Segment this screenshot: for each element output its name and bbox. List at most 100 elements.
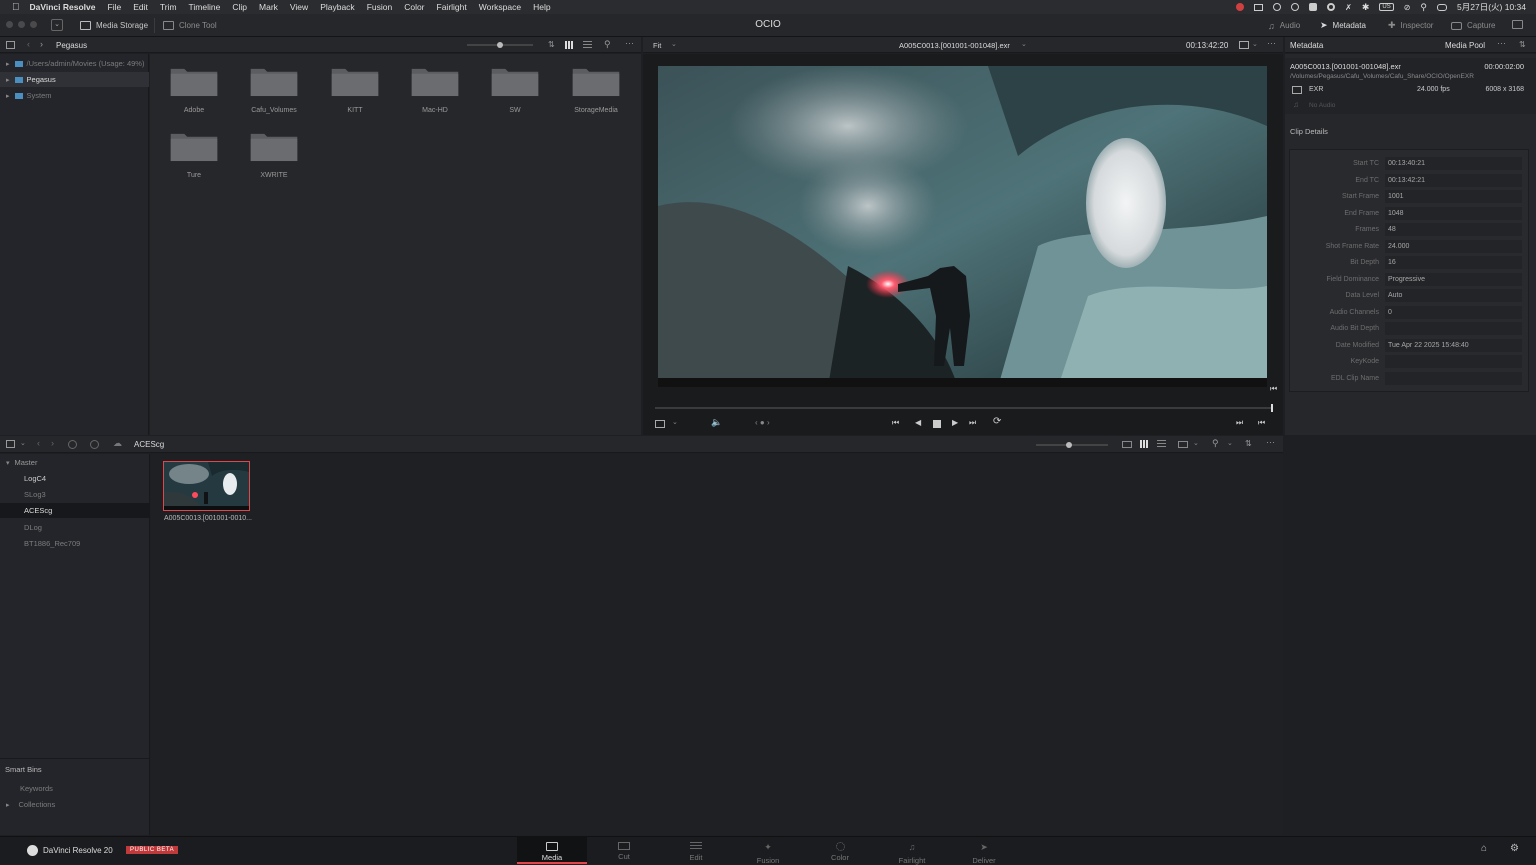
md-value[interactable]: Tue Apr 22 2025 15:48:40 <box>1385 339 1522 352</box>
bin-list-chevron-icon[interactable]: ⌄ <box>20 439 26 447</box>
folder-mac-hd[interactable]: Mac-HD <box>408 65 462 114</box>
viewer-options-chevron-icon[interactable]: ⌄ <box>1252 40 1258 48</box>
pool-cloud-icon[interactable]: ☁ <box>113 438 122 449</box>
workspace-dropdown-button[interactable]: ⌄ <box>51 19 63 31</box>
menu-file[interactable]: File <box>108 2 122 12</box>
status-message-icon[interactable] <box>1254 3 1264 11</box>
sidebar-toggle-icon[interactable] <box>6 41 15 49</box>
forward-arrow-icon[interactable]: › <box>40 39 43 49</box>
tree-item-movies[interactable]: ▸ /Users/admin/Movies (Usage: 49%) <box>0 56 149 71</box>
chevron-down-icon[interactable]: ⌄ <box>671 40 677 48</box>
bin-bt1886-rec709[interactable]: BT1886_Rec709 <box>0 536 150 551</box>
bin-dlog[interactable]: DLog <box>0 520 150 535</box>
viewer-layout-chevron-icon[interactable]: ⌄ <box>672 418 678 426</box>
jog-control[interactable]: ‹ ● › <box>755 418 770 427</box>
folder-sw[interactable]: SW <box>488 65 542 114</box>
pool-list-view-icon[interactable] <box>1157 440 1166 448</box>
sort-icon[interactable]: ⇅ <box>548 40 555 49</box>
spotlight-search-icon[interactable]: ⚲ <box>1420 2 1427 13</box>
tree-item-pegasus[interactable]: ▸ Pegasus <box>0 72 149 87</box>
page-tab-cut[interactable]: Cut <box>589 836 659 864</box>
inspector-button[interactable]: ✚ Inspector <box>1388 14 1433 37</box>
menu-mark[interactable]: Mark <box>259 2 278 12</box>
clone-tool-button[interactable]: Clone Tool <box>163 14 217 37</box>
folder-kitt[interactable]: KITT <box>328 65 382 114</box>
control-center-icon[interactable] <box>1437 3 1448 11</box>
md-value[interactable]: 16 <box>1385 256 1522 269</box>
md-value[interactable]: 0 <box>1385 306 1522 319</box>
clip-details-section-title[interactable]: Clip Details <box>1290 127 1328 136</box>
page-tab-media[interactable]: Media <box>517 836 587 864</box>
menu-help[interactable]: Help <box>533 2 550 12</box>
fullscreen-monitor-icon[interactable] <box>1512 20 1523 29</box>
folder-storagemedia[interactable]: StorageMedia <box>569 65 623 114</box>
window-close-button[interactable] <box>6 21 13 28</box>
page-tab-edit[interactable]: Edit <box>661 836 731 864</box>
menu-fusion[interactable]: Fusion <box>367 2 393 12</box>
playhead[interactable] <box>1271 404 1273 412</box>
viewer-scrubber[interactable] <box>655 404 1273 412</box>
capture-button[interactable]: Capture <box>1451 14 1495 37</box>
collapse-arrow-icon[interactable]: ▾ <box>6 459 10 467</box>
pool-search-chevron-icon[interactable]: ⌄ <box>1227 439 1233 447</box>
menu-timeline[interactable]: Timeline <box>189 2 221 12</box>
bin-master[interactable]: ▾ Master <box>0 455 150 470</box>
status-dot-icon[interactable] <box>1327 3 1336 11</box>
back-arrow-icon[interactable]: ‹ <box>27 39 30 49</box>
pool-tool2-icon[interactable] <box>90 440 99 449</box>
pool-grid-view-icon[interactable] <box>1140 440 1149 448</box>
window-minimize-button[interactable] <box>18 21 25 28</box>
thumbnail-size-slider[interactable] <box>467 42 533 48</box>
pool-search-icon[interactable]: ⚲ <box>1212 438 1219 449</box>
md-value[interactable] <box>1385 322 1522 335</box>
page-tab-deliver[interactable]: ➤ Deliver <box>949 836 1019 865</box>
viewer-options-icon[interactable] <box>1239 41 1249 49</box>
expand-arrow-icon[interactable]: ▸ <box>6 60 10 68</box>
apple-icon[interactable]:  <box>12 2 20 13</box>
status-circle-icon[interactable] <box>1273 3 1282 11</box>
menu-color[interactable]: Color <box>404 2 424 12</box>
bin-acescg[interactable]: ACEScg <box>0 503 150 518</box>
volume-icon[interactable]: 🔈 <box>711 417 722 428</box>
audio-button[interactable]: ♫ Audio <box>1268 14 1300 37</box>
bin-slog3[interactable]: SLog3 <box>0 487 150 502</box>
media-storage-button[interactable]: Media Storage <box>80 14 148 37</box>
page-tab-fairlight[interactable]: ♫ Fairlight <box>877 836 947 865</box>
metadata-button[interactable]: ➤ Metadata <box>1320 14 1366 37</box>
page-tab-fusion[interactable]: ✦ Fusion <box>733 836 803 865</box>
pool-filter-icon[interactable] <box>1178 441 1188 448</box>
search-icon[interactable]: ⚲ <box>604 39 611 50</box>
pool-slider-thumb[interactable] <box>1066 442 1072 448</box>
home-icon[interactable]: ⌂ <box>1481 843 1487 854</box>
pool-tool1-icon[interactable] <box>68 440 77 449</box>
page-tab-color[interactable]: Color <box>805 836 875 864</box>
smart-bins-title[interactable]: Smart Bins <box>0 762 150 777</box>
metadata-sort-icon[interactable]: ⇅ <box>1519 40 1526 49</box>
menu-workspace[interactable]: Workspace <box>479 2 521 12</box>
list-view-icon[interactable] <box>583 41 592 49</box>
expand-arrow-icon[interactable]: ▸ <box>6 76 10 84</box>
grid-view-icon[interactable] <box>565 41 574 49</box>
reverse-play-button[interactable]: ◀ <box>915 418 921 427</box>
bin-list-toggle-icon[interactable] <box>6 440 15 448</box>
md-value[interactable]: Progressive <box>1385 273 1522 286</box>
expand-arrow-icon[interactable]: ▸ <box>6 92 10 100</box>
stop-button[interactable] <box>933 420 941 428</box>
input-source[interactable]: US <box>1379 3 1394 11</box>
viewer-more-icon[interactable]: ··· <box>1267 38 1276 48</box>
pool-back-arrow-icon[interactable]: ‹ <box>37 438 40 448</box>
wifi-off-icon[interactable]: ⊘ <box>1404 3 1411 12</box>
metadata-media-pool-label[interactable]: Media Pool <box>1445 41 1485 50</box>
pool-forward-arrow-icon[interactable]: › <box>51 438 54 448</box>
viewer-zoom-dropdown[interactable]: Fit <box>653 41 661 50</box>
prev-edit-button[interactable]: ⏮ <box>1258 418 1265 428</box>
metadata-more-icon[interactable]: ··· <box>1497 38 1506 48</box>
window-zoom-button[interactable] <box>30 21 37 28</box>
settings-gear-icon[interactable]: ⚙ <box>1510 843 1519 854</box>
smart-bin-collections[interactable]: ▸ Collections <box>0 797 150 812</box>
bin-logc4[interactable]: LogC4 <box>0 471 150 486</box>
folder-ture[interactable]: Ture <box>167 130 221 179</box>
bluetooth-icon[interactable]: ✱ <box>1362 2 1370 13</box>
menu-app-name[interactable]: DaVinci Resolve <box>30 2 96 12</box>
menu-edit[interactable]: Edit <box>133 2 148 12</box>
